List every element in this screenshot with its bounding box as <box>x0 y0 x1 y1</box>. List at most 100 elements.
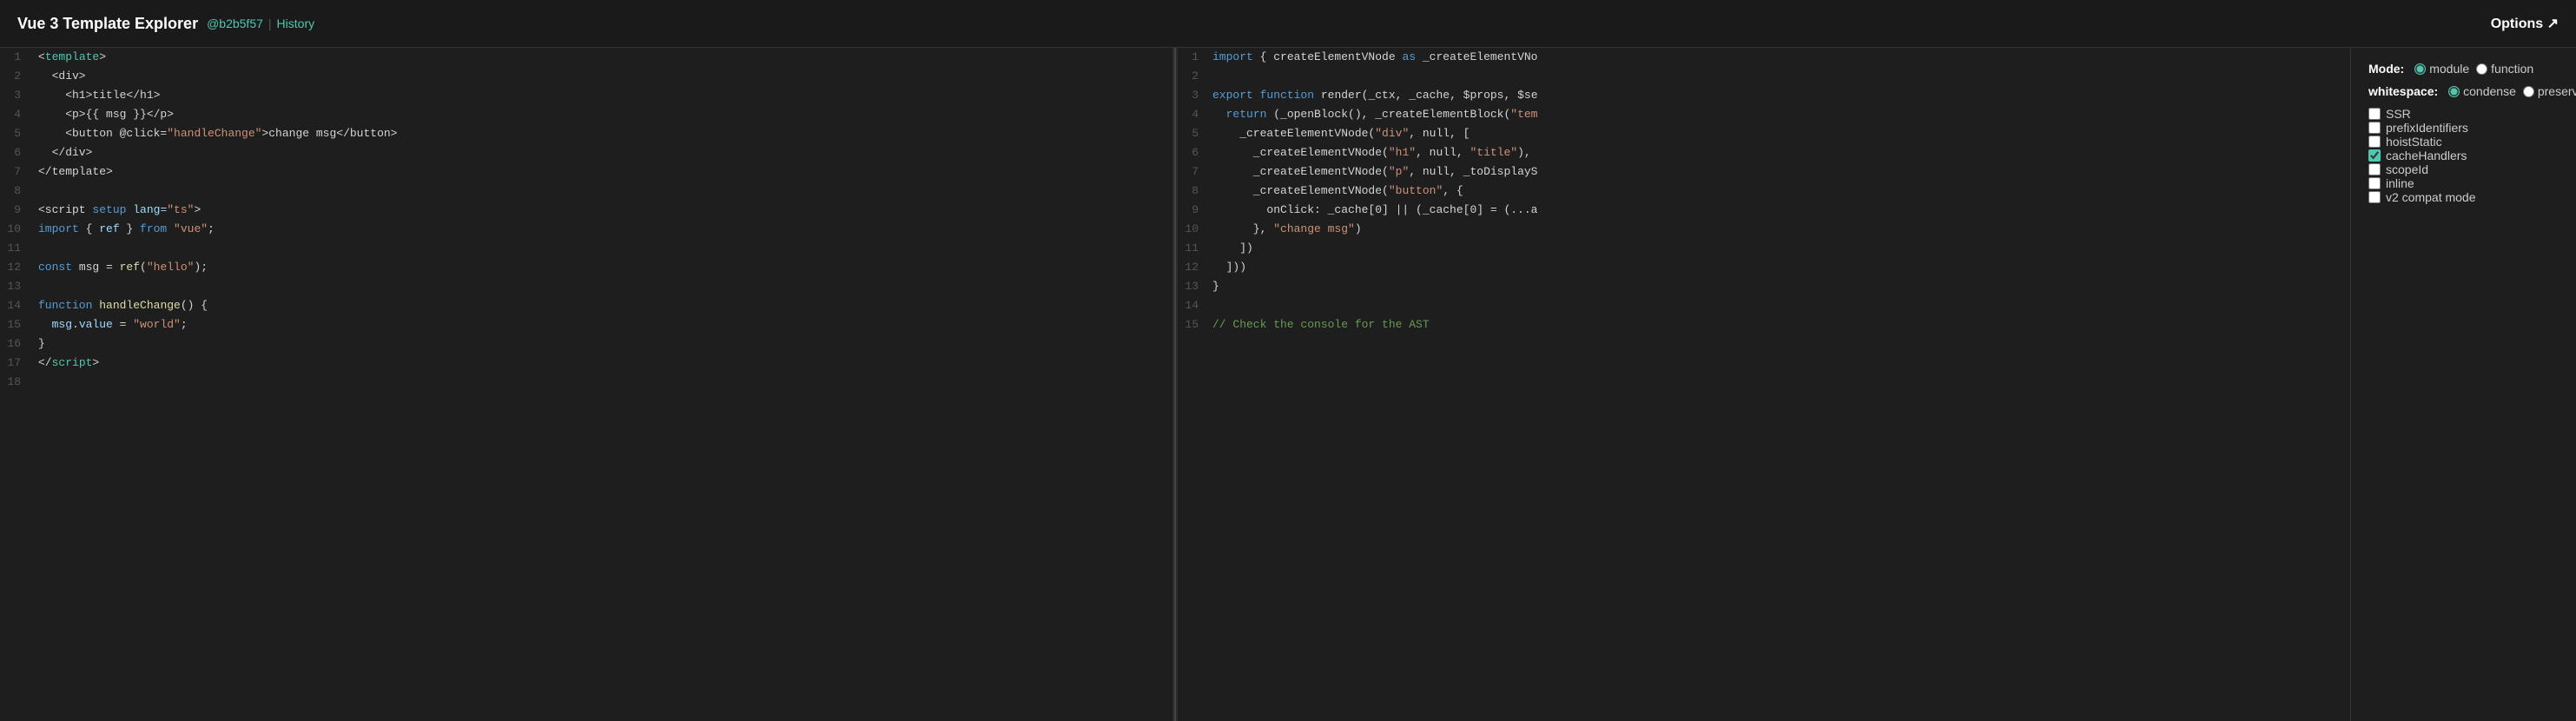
line-number: 12 <box>1178 258 1212 277</box>
line-number: 1 <box>0 48 35 67</box>
checkbox-input[interactable] <box>2368 122 2381 134</box>
line-content: ])) <box>1212 258 2350 277</box>
line-number: 4 <box>0 105 35 124</box>
line-content <box>38 182 1172 201</box>
mode-module-option[interactable]: module <box>2414 62 2469 76</box>
mode-module-label: module <box>2429 62 2469 76</box>
left-code-content[interactable]: 1<template>2 <div>3 <h1>title</h1>4 <p>{… <box>0 48 1172 721</box>
line-content: ]) <box>1212 239 2350 258</box>
line-content: _createElementVNode("h1", null, "title")… <box>1212 143 2350 162</box>
mode-function-label: function <box>2491 62 2533 76</box>
right-code-content[interactable]: 1import { createElementVNode as _createE… <box>1178 48 2350 721</box>
table-row: 3 <h1>title</h1> <box>0 86 1172 105</box>
line-content: </script> <box>38 354 1172 373</box>
commit-link[interactable]: @b2b5f57 <box>207 17 263 30</box>
line-content: } <box>1212 277 2350 296</box>
history-link[interactable]: History <box>277 17 315 30</box>
line-number: 11 <box>1178 239 1212 258</box>
line-content: _createElementVNode("button", { <box>1212 182 2350 201</box>
line-number: 18 <box>0 373 35 392</box>
table-row: 1import { createElementVNode as _createE… <box>1178 48 2350 67</box>
header-links: @b2b5f57 | History <box>207 17 314 30</box>
line-content: </div> <box>38 143 1172 162</box>
table-row: 15 msg.value = "world"; <box>0 315 1172 334</box>
header: Vue 3 Template Explorer @b2b5f57 | Histo… <box>0 0 2576 48</box>
checkbox-option[interactable]: v2 compat mode <box>2368 190 2559 204</box>
checkbox-input[interactable] <box>2368 177 2381 189</box>
line-content: </template> <box>38 162 1172 182</box>
line-content: }, "change msg") <box>1212 220 2350 239</box>
checkbox-option[interactable]: hoistStatic <box>2368 135 2559 149</box>
line-number: 3 <box>0 86 35 105</box>
line-content: return (_openBlock(), _createElementBloc… <box>1212 105 2350 124</box>
line-content: <p>{{ msg }}</p> <box>38 105 1172 124</box>
ws-condense-option[interactable]: condense <box>2448 84 2516 98</box>
table-row: 14function handleChange() { <box>0 296 1172 315</box>
table-row: 3export function render(_ctx, _cache, $p… <box>1178 86 2350 105</box>
line-number: 10 <box>1178 220 1212 239</box>
table-row: 8 <box>0 182 1172 201</box>
ws-condense-label: condense <box>2463 84 2516 98</box>
checkbox-input[interactable] <box>2368 163 2381 175</box>
line-content <box>38 277 1172 296</box>
table-row: 5 _createElementVNode("div", null, [ <box>1178 124 2350 143</box>
table-row: 4 return (_openBlock(), _createElementBl… <box>1178 105 2350 124</box>
mode-module-radio[interactable] <box>2414 63 2426 75</box>
line-number: 16 <box>0 334 35 354</box>
right-editor: 1import { createElementVNode as _createE… <box>1178 48 2350 721</box>
line-content <box>1212 67 2350 86</box>
checkbox-option[interactable]: inline <box>2368 176 2559 190</box>
mode-row: Mode: module function <box>2368 62 2559 76</box>
checkbox-label: inline <box>2386 176 2414 190</box>
line-number: 3 <box>1178 86 1212 105</box>
options-button[interactable]: Options ↗ <box>2491 15 2559 32</box>
table-row: 17</script> <box>0 354 1172 373</box>
line-number: 9 <box>1178 201 1212 220</box>
checkbox-option[interactable]: SSR <box>2368 107 2559 121</box>
table-row: 13} <box>1178 277 2350 296</box>
table-row: 7</template> <box>0 162 1172 182</box>
table-row: 2 <box>1178 67 2350 86</box>
ws-preserve-option[interactable]: preserve <box>2523 84 2576 98</box>
line-number: 11 <box>0 239 35 258</box>
line-content: function handleChange() { <box>38 296 1172 315</box>
mode-function-radio[interactable] <box>2476 63 2487 75</box>
line-content: // Check the console for the AST <box>1212 315 2350 334</box>
line-number: 15 <box>0 315 35 334</box>
line-content <box>1212 296 2350 315</box>
checkbox-option[interactable]: prefixIdentifiers <box>2368 121 2559 135</box>
checkbox-input[interactable] <box>2368 149 2381 162</box>
header-left: Vue 3 Template Explorer @b2b5f57 | Histo… <box>17 15 314 33</box>
separator: | <box>268 17 272 30</box>
table-row: 4 <p>{{ msg }}</p> <box>0 105 1172 124</box>
line-number: 1 <box>1178 48 1212 67</box>
table-row: 10import { ref } from "vue"; <box>0 220 1172 239</box>
checkbox-option[interactable]: scopeId <box>2368 162 2559 176</box>
table-row: 9<script setup lang="ts"> <box>0 201 1172 220</box>
line-content: import { createElementVNode as _createEl… <box>1212 48 2350 67</box>
whitespace-label: whitespace: <box>2368 84 2438 98</box>
table-row: 12 ])) <box>1178 258 2350 277</box>
line-number: 2 <box>1178 67 1212 86</box>
checkbox-option[interactable]: cacheHandlers <box>2368 149 2559 162</box>
table-row: 6 _createElementVNode("h1", null, "title… <box>1178 143 2350 162</box>
line-content: import { ref } from "vue"; <box>38 220 1172 239</box>
line-number: 14 <box>0 296 35 315</box>
table-row: 18 <box>0 373 1172 392</box>
checkbox-label: SSR <box>2386 107 2411 121</box>
table-row: 5 <button @click="handleChange">change m… <box>0 124 1172 143</box>
line-number: 6 <box>1178 143 1212 162</box>
checkboxes-container: SSRprefixIdentifiershoistStaticcacheHand… <box>2368 107 2559 204</box>
mode-function-option[interactable]: function <box>2476 62 2533 76</box>
table-row: 14 <box>1178 296 2350 315</box>
line-content: <script setup lang="ts"> <box>38 201 1172 220</box>
ws-preserve-radio[interactable] <box>2523 86 2534 97</box>
checkbox-input[interactable] <box>2368 108 2381 120</box>
ws-condense-radio[interactable] <box>2448 86 2460 97</box>
checkbox-label: v2 compat mode <box>2386 190 2476 204</box>
line-number: 9 <box>0 201 35 220</box>
line-number: 5 <box>1178 124 1212 143</box>
checkbox-input[interactable] <box>2368 191 2381 203</box>
checkbox-label: hoistStatic <box>2386 135 2442 149</box>
checkbox-input[interactable] <box>2368 136 2381 148</box>
